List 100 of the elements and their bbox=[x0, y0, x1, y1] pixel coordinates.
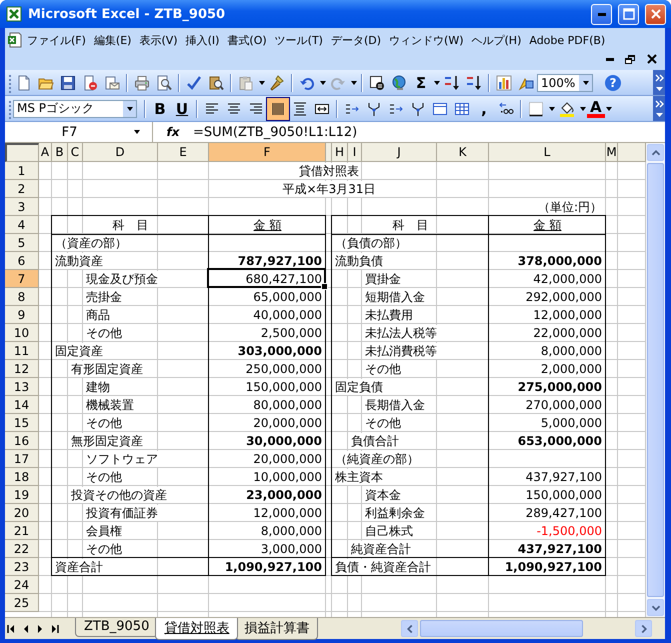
row-header[interactable]: 3 bbox=[5, 198, 39, 216]
row-header[interactable]: 2 bbox=[5, 180, 39, 198]
underline-button[interactable]: U bbox=[171, 98, 193, 120]
row-header[interactable]: 11 bbox=[5, 342, 39, 360]
sheet-tab[interactable]: 貸借対照表 bbox=[155, 618, 238, 640]
account-name: 流動負債 bbox=[334, 253, 384, 269]
menu-item[interactable]: データ(D) bbox=[326, 30, 386, 50]
scroll-thumb[interactable] bbox=[647, 163, 664, 597]
account-name: 未払消費税等 bbox=[364, 343, 438, 359]
frame-icon bbox=[432, 100, 448, 116]
column-header[interactable]: B bbox=[52, 143, 68, 162]
amount-value: 23,000,000 bbox=[245, 487, 323, 503]
document-icon bbox=[369, 74, 385, 90]
help-button[interactable]: ? bbox=[605, 74, 621, 90]
amount-value: 12,000,000 bbox=[532, 307, 603, 323]
column-header[interactable]: J bbox=[362, 143, 437, 162]
amount-value: 2,500,000 bbox=[260, 325, 323, 341]
row-header[interactable]: 6 bbox=[5, 252, 39, 270]
row-header[interactable]: 9 bbox=[5, 306, 39, 324]
sheet-tab[interactable]: 損益計算書 bbox=[235, 618, 318, 640]
column-header[interactable]: M bbox=[606, 143, 618, 162]
bold-button[interactable]: B bbox=[149, 98, 171, 120]
row-header[interactable]: 14 bbox=[5, 396, 39, 414]
account-name: 固定資産 bbox=[54, 343, 104, 359]
menu-item[interactable]: ツール(T) bbox=[270, 30, 327, 50]
column-header[interactable]: C bbox=[68, 143, 83, 162]
row-header[interactable]: 21 bbox=[5, 522, 39, 540]
amount-value: 303,000,000 bbox=[236, 343, 323, 359]
row-header[interactable]: 7 bbox=[5, 270, 39, 288]
row-header[interactable]: 23 bbox=[5, 558, 39, 576]
menu-item[interactable]: Adobe PDF(B) bbox=[525, 30, 610, 50]
column-header[interactable]: D bbox=[83, 143, 158, 162]
comma-button[interactable]: , bbox=[473, 98, 495, 120]
row-header[interactable]: 18 bbox=[5, 468, 39, 486]
zoom-field[interactable]: 100% bbox=[537, 74, 593, 92]
autosum-button[interactable]: Σ bbox=[410, 72, 432, 94]
row-header[interactable]: 15 bbox=[5, 414, 39, 432]
scroll-thumb[interactable] bbox=[420, 620, 583, 637]
row-header[interactable]: 24 bbox=[5, 576, 39, 594]
align-button[interactable] bbox=[267, 98, 289, 120]
menu-item[interactable]: 挿入(I) bbox=[182, 30, 224, 50]
scroll-up-button[interactable] bbox=[647, 144, 664, 161]
scroll-left-button[interactable] bbox=[401, 620, 418, 637]
select-all-button[interactable] bbox=[5, 143, 39, 162]
row-header[interactable]: 4 bbox=[5, 216, 39, 234]
column-header[interactable]: I bbox=[348, 143, 362, 162]
toolbar-grip-icon bbox=[7, 72, 13, 92]
row-header[interactable]: 5 bbox=[5, 234, 39, 252]
column-header[interactable]: E bbox=[158, 143, 209, 162]
menu-item[interactable]: 書式(O) bbox=[223, 30, 271, 50]
caret-icon bbox=[580, 106, 586, 110]
column-header[interactable]: A bbox=[39, 143, 52, 162]
amount-value: 65,000,000 bbox=[252, 289, 323, 305]
row-header[interactable]: 20 bbox=[5, 504, 39, 522]
workbook-minimize-button[interactable] bbox=[605, 58, 615, 60]
sort-ascending-icon bbox=[444, 74, 460, 90]
menu-item[interactable]: ヘルプ(H) bbox=[468, 30, 526, 50]
align-left-icon bbox=[204, 100, 220, 116]
row-header[interactable]: 22 bbox=[5, 540, 39, 558]
row-header[interactable]: 25 bbox=[5, 594, 39, 612]
amount-value: 378,000,000 bbox=[516, 253, 603, 269]
maximize-button[interactable] bbox=[618, 4, 639, 24]
row-header[interactable]: 16 bbox=[5, 432, 39, 450]
menu-item[interactable]: 表示(V) bbox=[135, 30, 182, 50]
menu-item[interactable]: 編集(E) bbox=[90, 30, 136, 50]
column-header[interactable]: K bbox=[437, 143, 489, 162]
row-header[interactable]: 13 bbox=[5, 378, 39, 396]
menu-item[interactable]: ウィンドウ(W) bbox=[385, 30, 468, 50]
print-preview-icon bbox=[156, 74, 172, 90]
amount-value: 653,000,000 bbox=[516, 433, 603, 449]
workbook-restore-button[interactable] bbox=[623, 53, 637, 65]
account-name: 流動資産 bbox=[54, 253, 104, 269]
amount-value: 5,000,000 bbox=[540, 415, 603, 431]
column-header[interactable]: F bbox=[209, 143, 326, 162]
menu-item[interactable]: ファイル(F) bbox=[23, 30, 90, 50]
row-header[interactable]: 19 bbox=[5, 486, 39, 504]
scroll-right-button[interactable] bbox=[635, 620, 652, 637]
row-header[interactable]: 10 bbox=[5, 324, 39, 342]
scroll-down-button[interactable] bbox=[647, 599, 664, 616]
account-name: 負債・純資産合計 bbox=[334, 559, 432, 575]
row-header[interactable]: 17 bbox=[5, 450, 39, 468]
column-heading: 金 額 bbox=[252, 217, 282, 233]
close-button[interactable] bbox=[645, 4, 666, 24]
row-header[interactable]: 1 bbox=[5, 162, 39, 180]
minimize-button[interactable] bbox=[591, 4, 612, 24]
function-button[interactable]: fx bbox=[153, 125, 193, 139]
account-name: ソフトウェア bbox=[85, 451, 159, 467]
font-color-button[interactable]: A bbox=[587, 100, 605, 118]
font-field[interactable]: MS Pゴシック bbox=[13, 100, 137, 118]
name-box[interactable]: F7 bbox=[5, 122, 153, 142]
account-name: その他 bbox=[85, 325, 123, 341]
row-header[interactable]: 8 bbox=[5, 288, 39, 306]
column-header[interactable]: H bbox=[332, 143, 348, 162]
row-header[interactable]: 12 bbox=[5, 360, 39, 378]
formula-field[interactable]: =SUM(ZTB_9050!L1:L12) bbox=[193, 124, 358, 140]
amount-value: 3,000,000 bbox=[260, 541, 323, 557]
workbook-close-button[interactable] bbox=[645, 53, 659, 65]
caret-icon bbox=[134, 130, 140, 134]
column-header[interactable]: L bbox=[489, 143, 606, 162]
maximize-icon bbox=[622, 8, 634, 20]
